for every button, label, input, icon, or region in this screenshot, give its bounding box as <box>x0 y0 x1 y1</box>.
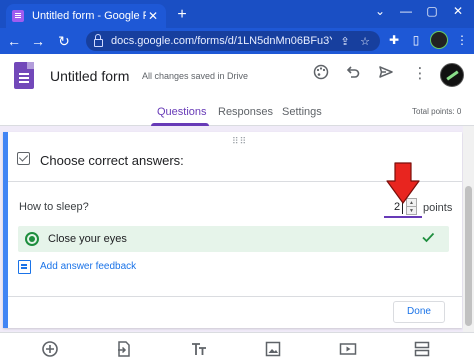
lock-icon <box>94 34 103 47</box>
total-points: Total points: 0 <box>412 107 462 116</box>
card-divider <box>8 296 462 297</box>
minimize-icon[interactable]: — <box>398 4 414 18</box>
question-text: How to sleep? <box>19 201 89 213</box>
chrome-menu-icon[interactable]: ⋮ <box>454 33 470 47</box>
palette-icon[interactable] <box>311 64 331 84</box>
tab-responses[interactable]: Responses <box>218 106 273 118</box>
add-feedback-label[interactable]: Add answer feedback <box>40 261 136 272</box>
browser-toolbar: ← → ↻ docs.google.com/forms/d/1LN5dnMn06… <box>0 28 474 54</box>
decrement-icon[interactable]: ▼ <box>407 207 416 215</box>
address-bar[interactable]: docs.google.com/forms/d/1LN5dnMn06BFu3Yx… <box>86 31 380 51</box>
new-tab-button[interactable]: + <box>174 6 190 24</box>
browser-tab[interactable]: Untitled form - Google Forms ✕ <box>6 4 166 28</box>
radio-selected-icon[interactable] <box>25 232 39 246</box>
correct-answer-option[interactable]: Close your eyes <box>18 226 449 252</box>
feedback-icon <box>18 260 31 274</box>
close-window-icon[interactable]: ✕ <box>450 4 466 18</box>
save-status: All changes saved in Drive <box>142 71 249 81</box>
add-image-icon[interactable] <box>264 340 282 358</box>
scrollbar[interactable] <box>463 126 474 332</box>
tab-questions[interactable]: Questions <box>157 106 207 118</box>
add-video-icon[interactable] <box>339 340 357 358</box>
form-title[interactable]: Untitled form <box>50 68 129 84</box>
points-label: points <box>423 202 453 214</box>
forward-icon[interactable]: → <box>30 32 46 50</box>
add-section-icon[interactable] <box>413 340 431 358</box>
tab-close-icon[interactable]: ✕ <box>146 9 160 23</box>
tab-title: Untitled form - Google Forms <box>32 10 146 22</box>
done-button[interactable]: Done <box>393 301 445 323</box>
add-question-icon[interactable] <box>41 340 59 358</box>
maximize-icon[interactable]: ▢ <box>424 4 440 18</box>
browser-tab-strip: Untitled form - Google Forms ✕ + ⌄ — ▢ ✕ <box>0 0 474 28</box>
scrollbar-thumb[interactable] <box>465 186 472 326</box>
forms-logo-icon[interactable] <box>14 62 34 89</box>
import-questions-icon[interactable] <box>115 340 133 358</box>
red-arrow-annotation <box>386 162 420 204</box>
reload-icon[interactable]: ↻ <box>56 32 72 50</box>
url-text: docs.google.com/forms/d/1LN5dnMn06BFu3Yx… <box>111 35 332 47</box>
add-title-icon[interactable] <box>190 340 208 358</box>
send-icon[interactable] <box>376 64 396 84</box>
tab-settings[interactable]: Settings <box>282 106 322 118</box>
answer-key-checkbox-icon <box>17 152 30 165</box>
bookmark-star-icon[interactable]: ☆ <box>358 35 372 48</box>
form-tabs: Questions Responses Settings Total point… <box>0 98 474 126</box>
bottom-toolbar <box>0 332 474 364</box>
extensions-icon[interactable]: ✚ <box>386 33 402 47</box>
forms-header: Untitled form All changes saved in Drive… <box>0 54 474 126</box>
more-vert-icon[interactable]: ⋮ <box>410 64 430 82</box>
answer-key-heading: Choose correct answers: <box>40 153 184 168</box>
undo-icon[interactable] <box>343 64 363 84</box>
back-icon[interactable]: ← <box>6 32 22 50</box>
forms-favicon-icon <box>12 10 24 22</box>
share-icon[interactable]: ⇪ <box>338 35 352 48</box>
answer-text: Close your eyes <box>48 233 127 245</box>
tab-search-icon[interactable]: ⌄ <box>372 4 388 18</box>
sidebar-icon[interactable]: ▯ <box>408 33 424 47</box>
correct-check-icon <box>422 232 435 243</box>
profile-avatar[interactable] <box>430 31 448 49</box>
user-avatar[interactable] <box>440 63 464 87</box>
